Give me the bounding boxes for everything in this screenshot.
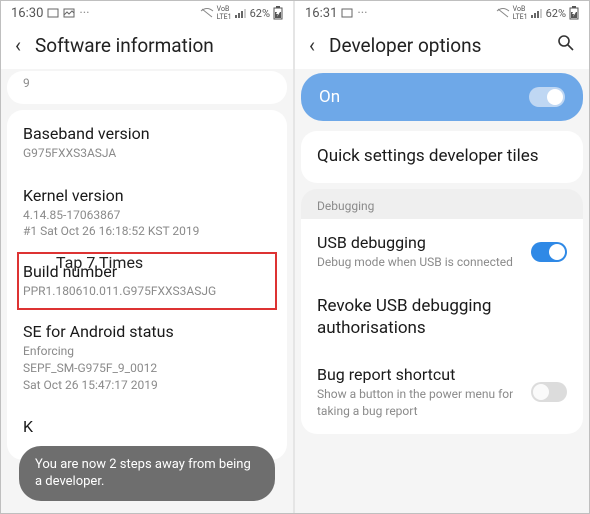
revoke-auth-row[interactable]: Revoke USB debugging authorisations (317, 283, 567, 353)
tap-annotation: Tap 7 Times (56, 253, 143, 272)
battery-icon (273, 6, 283, 20)
volte-icon: VoBLTE1 (513, 5, 528, 21)
notification-icon (341, 7, 353, 19)
phone-left: 16:30 ··· VoBLTE1 62% (1, 1, 295, 513)
section-header-debugging: Debugging (301, 189, 583, 219)
search-icon[interactable] (557, 34, 575, 57)
baseband-row[interactable]: Baseband version G975FXXS3ASJA (23, 112, 271, 174)
title-bar: ‹ Software information (1, 23, 293, 69)
page-title: Software information (35, 34, 279, 57)
wifi-off-icon (496, 7, 510, 19)
signal-icon (531, 8, 543, 18)
signal-icon (235, 8, 247, 18)
back-icon[interactable]: ‹ (309, 33, 315, 57)
battery-pct: 62% (250, 7, 270, 20)
phone-right: 16:31 ··· VoBLTE1 62% ‹ (295, 1, 589, 513)
status-bar: 16:31 ··· VoBLTE1 62% (295, 1, 589, 23)
status-time: 16:30 (11, 6, 43, 21)
developer-master-toggle[interactable]: On (301, 73, 583, 121)
bug-report-row[interactable]: Bug report shortcut Show a button in the… (317, 353, 567, 432)
quick-tiles-row[interactable]: Quick settings developer tiles (317, 133, 567, 181)
more-icon: ··· (79, 6, 89, 21)
wifi-off-icon (200, 7, 214, 19)
page-title: Developer options (329, 34, 543, 57)
kernel-row[interactable]: Kernel version 4.14.85-17063867 #1 Sat O… (23, 174, 271, 253)
battery-pct: 62% (546, 7, 566, 20)
toggle-switch[interactable] (529, 87, 565, 107)
bug-report-toggle[interactable] (531, 382, 567, 402)
android-version-row[interactable]: 9 (23, 71, 271, 102)
status-bar: 16:30 ··· VoBLTE1 62% (1, 1, 293, 23)
gallery-icon (63, 7, 75, 19)
back-icon[interactable]: ‹ (15, 33, 21, 57)
master-toggle-label: On (319, 87, 340, 107)
usb-debugging-toggle[interactable] (531, 242, 567, 262)
comparison-frame: 16:30 ··· VoBLTE1 62% (0, 0, 590, 514)
title-bar: ‹ Developer options (295, 23, 589, 69)
more-icon: ··· (357, 6, 367, 21)
battery-icon (569, 6, 579, 20)
usb-debugging-row[interactable]: USB debugging Debug mode when USB is con… (317, 221, 567, 283)
status-time: 16:31 (305, 6, 337, 21)
notification-icon (47, 7, 59, 19)
content-area: 9 Baseband version G975FXXS3ASJA Kernel … (1, 71, 293, 460)
developer-toast: You are now 2 steps away from being a de… (19, 446, 275, 501)
se-android-row[interactable]: SE for Android status Enforcing SEPF_SM-… (23, 310, 271, 405)
volte-icon: VoBLTE1 (217, 5, 232, 21)
